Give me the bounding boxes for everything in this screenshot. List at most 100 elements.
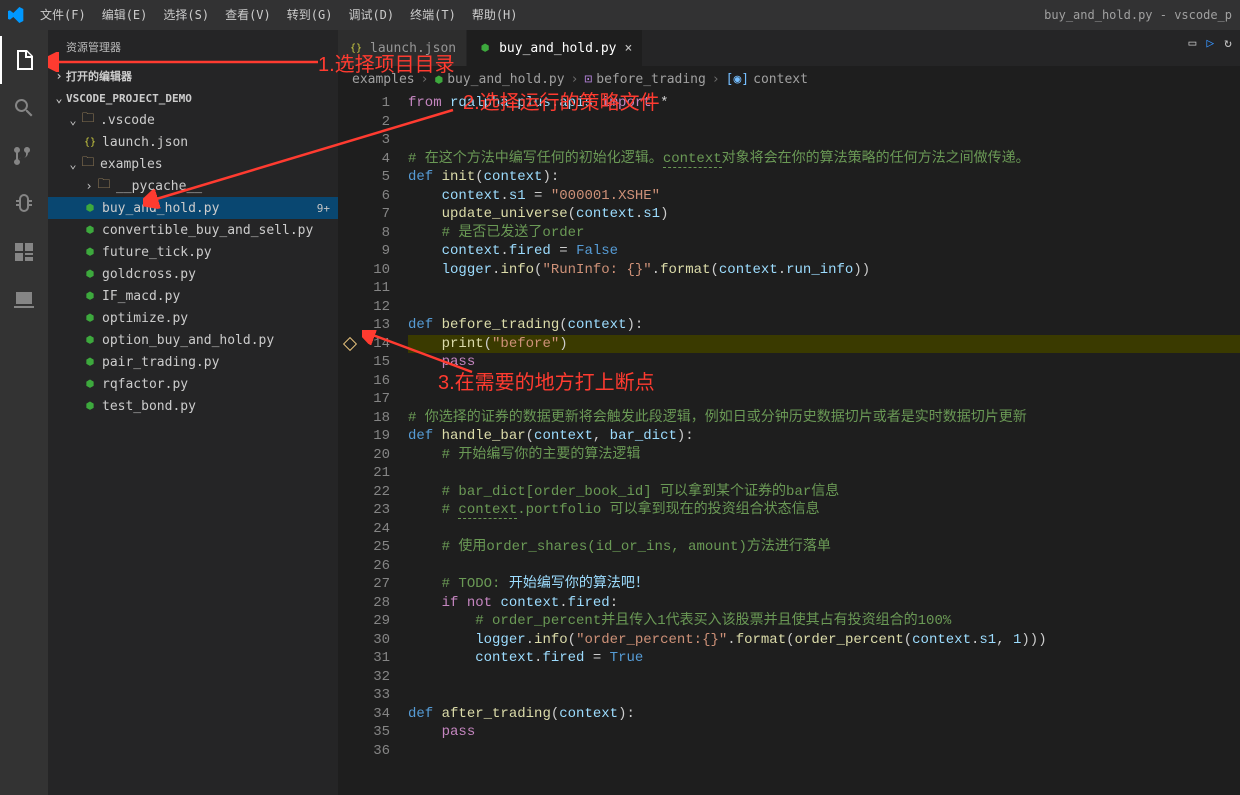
code-line[interactable] [408,520,1240,539]
file-row[interactable]: ⬢rqfactor.py [48,373,338,395]
code-line[interactable] [408,390,1240,409]
folder-row[interactable]: ⌄🗀.vscode [48,109,338,131]
menu-item[interactable]: 文件(F) [32,0,94,30]
file-row[interactable]: ⬢option_buy_and_hold.py [48,329,338,351]
chevron-right-icon: › [712,72,720,87]
search-icon[interactable] [0,84,48,132]
code-line[interactable] [408,742,1240,761]
code-line[interactable]: def init(context): [408,168,1240,187]
file-label: .vscode [100,113,155,128]
line-number: 6 [362,187,390,206]
breadcrumbs[interactable]: examples›⬢buy_and_hold.py›⊡before_tradin… [338,66,1240,92]
code-line[interactable]: context.fired = False [408,242,1240,261]
code-line[interactable] [408,686,1240,705]
menu-item[interactable]: 选择(S) [155,0,217,30]
source-control-icon[interactable] [0,132,48,180]
editor-actions: ▭ ▷ ↻ [1189,36,1232,51]
code-line[interactable]: def before_trading(context): [408,316,1240,335]
open-editors-section[interactable]: › 打开的编辑器 [48,65,338,87]
file-row[interactable]: ⬢ IF_macd.py [48,285,338,307]
reload-icon[interactable]: ↻ [1224,36,1232,51]
code-line[interactable]: pass [408,353,1240,372]
code-line[interactable] [408,113,1240,132]
code-editor[interactable]: 1234567891011121314151617181920212223242… [338,92,1240,795]
code-line[interactable]: pass [408,723,1240,742]
menu-item[interactable]: 转到(G) [279,0,341,30]
folder-row[interactable]: ⌄🗀examples [48,153,338,175]
line-number: 10 [362,261,390,280]
menu-item[interactable]: 调试(D) [340,0,402,30]
file-label: IF_macd.py [102,289,180,304]
menu-item[interactable]: 查看(V) [217,0,279,30]
code-line[interactable] [408,372,1240,391]
code-line[interactable]: # 使用order_shares(id_or_ins, amount)方法进行落… [408,538,1240,557]
file-label: buy_and_hold.py [102,201,219,216]
activity-bar [0,30,48,795]
file-row[interactable]: {}launch.json [48,131,338,153]
breadcrumb-item[interactable]: ⬢buy_and_hold.py [434,72,564,87]
file-row[interactable]: ⬢test_bond.py [48,395,338,417]
breakpoint-icon[interactable] [343,337,357,351]
code-line[interactable]: # 在这个方法中编写任何的初始化逻辑。context对象将会在你的算法策略的任何… [408,150,1240,169]
remote-icon[interactable] [0,276,48,324]
menu-item[interactable]: 帮助(H) [464,0,526,30]
debug-icon[interactable] [0,180,48,228]
file-label: launch.json [102,135,188,150]
breadcrumb-item[interactable]: examples [352,72,415,87]
line-number: 25 [362,538,390,557]
chevron-right-icon: › [82,179,96,193]
file-row[interactable]: ⬢goldcross.py [48,263,338,285]
file-label: future_tick.py [102,245,212,260]
code-line[interactable]: def after_trading(context): [408,705,1240,724]
file-row[interactable]: ⬢convertible_buy_and_sell.py [48,219,338,241]
run-debug-icon[interactable]: ▷ [1206,36,1214,51]
explorer-icon[interactable] [0,36,48,84]
editor-tab[interactable]: ⬢buy_and_hold.py× [467,30,643,66]
split-editor-icon[interactable]: ▭ [1189,36,1197,51]
code-line[interactable]: logger.info("RunInfo: {}".format(context… [408,261,1240,280]
file-row[interactable]: ⬢future_tick.py [48,241,338,263]
code-line[interactable]: # 你选择的证券的数据更新将会触发此段逻辑，例如日或分钟历史数据切片或者是实时数… [408,409,1240,428]
chevron-down-icon: ⌄ [66,157,80,171]
file-row[interactable]: ⬢pair_trading.py [48,351,338,373]
code-line[interactable] [408,464,1240,483]
code-line[interactable] [408,298,1240,317]
file-row[interactable]: ⬢buy_and_hold.py9+ [48,197,338,219]
editor-tab[interactable]: {}launch.json [338,30,467,66]
code-line[interactable]: logger.info("order_percent:{}".format(or… [408,631,1240,650]
python-file-icon: ⬢ [82,288,98,304]
menu-bar: 文件(F)编辑(E)选择(S)查看(V)转到(G)调试(D)终端(T)帮助(H) [32,0,526,30]
code-line[interactable]: def handle_bar(context, bar_dict): [408,427,1240,446]
code-line[interactable]: # 是否已发送了order [408,224,1240,243]
code-line[interactable]: context.fired = True [408,649,1240,668]
line-number: 26 [362,557,390,576]
code-line[interactable] [408,279,1240,298]
file-row[interactable]: ⬢optimize.py [48,307,338,329]
code-line[interactable]: from rqalpha_plus.apis import * [408,94,1240,113]
folder-icon: 🗀 [96,178,112,194]
extensions-icon[interactable] [0,228,48,276]
code-line[interactable] [408,557,1240,576]
code-line[interactable]: update_universe(context.s1) [408,205,1240,224]
line-number: 4 [362,150,390,169]
code-line[interactable]: # order_percent并且传入1代表买入该股票并且使其占有投资组合的10… [408,612,1240,631]
project-root-row[interactable]: ⌄ VSCODE_PROJECT_DEMO [48,87,338,109]
code-line[interactable]: if not context.fired: [408,594,1240,613]
code-content[interactable]: from rqalpha_plus.apis import * # 在这个方法中… [404,92,1240,795]
code-line[interactable]: # TODO: 开始编写你的算法吧！ [408,575,1240,594]
glyph-margin[interactable] [338,92,362,795]
menu-item[interactable]: 终端(T) [402,0,464,30]
code-line[interactable]: # bar_dict[order_book_id] 可以拿到某个证券的bar信息 [408,483,1240,502]
code-line[interactable]: print("before") [408,335,1240,354]
code-line[interactable] [408,668,1240,687]
window-title: buy_and_hold.py - vscode_p [1044,8,1232,22]
close-icon[interactable]: × [625,41,633,56]
code-line[interactable]: context.s1 = "000001.XSHE" [408,187,1240,206]
menu-item[interactable]: 编辑(E) [94,0,156,30]
code-line[interactable]: # context.portfolio 可以拿到现在的投资组合状态信息 [408,501,1240,520]
code-line[interactable] [408,131,1240,150]
breadcrumb-item[interactable]: [◉]context [726,72,808,87]
folder-row[interactable]: ›🗀__pycache__ [48,175,338,197]
code-line[interactable]: # 开始编写你的主要的算法逻辑 [408,446,1240,465]
breadcrumb-item[interactable]: ⊡before_trading [584,72,705,87]
